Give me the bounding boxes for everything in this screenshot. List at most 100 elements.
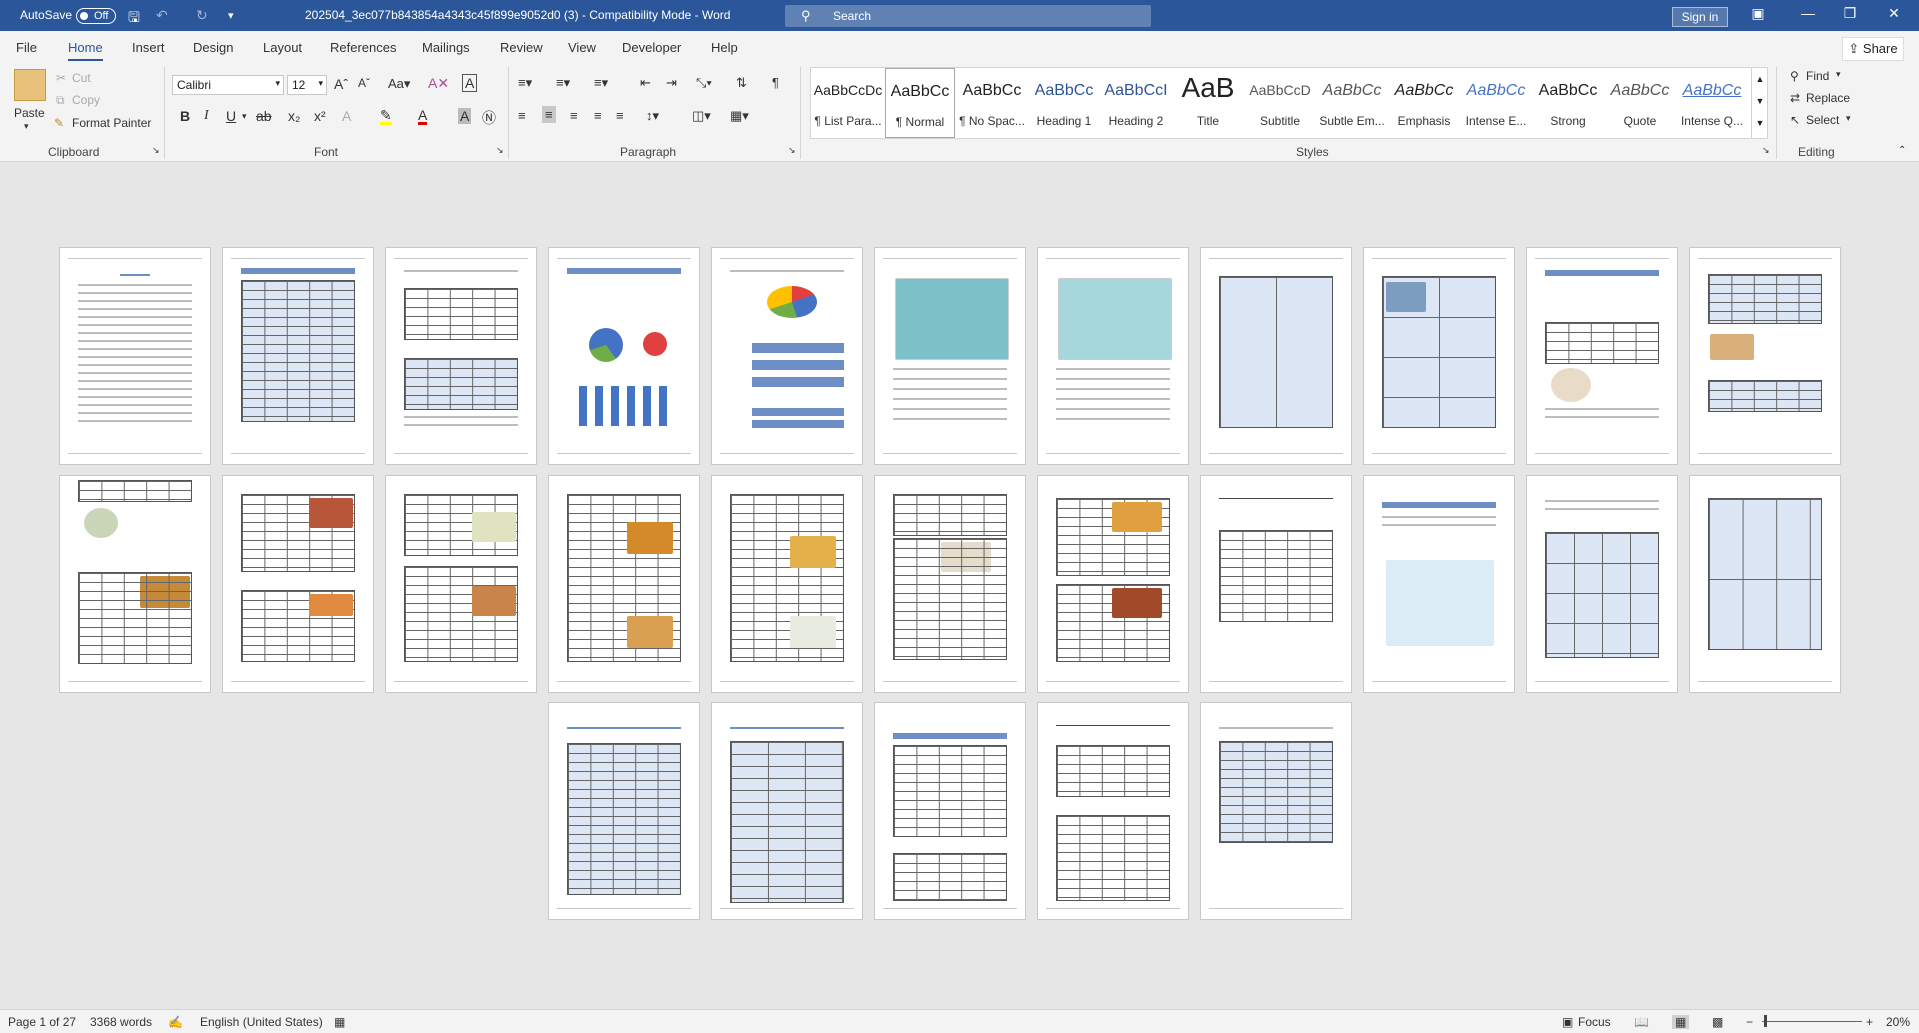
search-box[interactable]: ⚲ Search — [785, 5, 1151, 27]
style-list-paragraph[interactable]: AaBbCcDc ¶ List Para... — [813, 68, 883, 138]
text-effects-icon[interactable]: A — [342, 108, 351, 124]
font-color-icon[interactable]: A — [418, 108, 428, 125]
tab-design[interactable]: Design — [193, 40, 233, 55]
tab-insert[interactable]: Insert — [132, 40, 165, 55]
paste-icon[interactable] — [14, 69, 46, 101]
page-thumbnail[interactable] — [59, 475, 211, 693]
numbering-icon[interactable]: ≡▾ — [556, 75, 570, 91]
style-strong[interactable]: AaBbCc Strong — [1533, 68, 1603, 138]
select-icon[interactable]: ↖ — [1790, 113, 1800, 127]
page-thumbnail[interactable] — [222, 247, 374, 465]
zoom-slider[interactable] — [1762, 1021, 1862, 1022]
styles-scroll[interactable]: ▲ ▼ ▼ — [1751, 68, 1768, 138]
document-area[interactable] — [0, 162, 1919, 1009]
page-thumbnail[interactable] — [1037, 702, 1189, 920]
share-button[interactable]: ⇪ Share — [1842, 37, 1904, 61]
zoom-in-icon[interactable]: + — [1866, 1015, 1873, 1029]
close-icon[interactable]: ✕ — [1874, 5, 1914, 22]
page-thumbnail[interactable] — [874, 475, 1026, 693]
undo-icon[interactable]: ↶ — [156, 7, 168, 24]
restore-icon[interactable]: ❐ — [1830, 5, 1870, 22]
collapse-ribbon-icon[interactable]: ⌃ — [1898, 145, 1906, 156]
highlight-icon[interactable]: ✎ — [380, 108, 392, 125]
proofing-icon[interactable]: ✍ — [168, 1015, 183, 1029]
page-thumbnail[interactable] — [222, 475, 374, 693]
page-thumbnail[interactable] — [1200, 475, 1352, 693]
page-thumbnail[interactable] — [1200, 702, 1352, 920]
text-border-icon[interactable]: A — [462, 74, 478, 92]
decrease-indent-icon[interactable]: ⇤ — [640, 75, 651, 91]
sort-icon[interactable]: ⇅ — [736, 75, 747, 91]
focus-icon[interactable]: ▣ — [1562, 1015, 1573, 1029]
page-count[interactable]: Page 1 of 27 — [8, 1015, 76, 1029]
style-quote[interactable]: AaBbCc Quote — [1605, 68, 1675, 138]
tab-help[interactable]: Help — [711, 40, 738, 55]
paste-button[interactable]: Paste — [14, 106, 45, 120]
page-thumbnail[interactable] — [548, 702, 700, 920]
style-emphasis[interactable]: AaBbCc Emphasis — [1389, 68, 1459, 138]
page-thumbnail[interactable] — [548, 247, 700, 465]
style-intense-emphasis[interactable]: AaBbCc Intense E... — [1461, 68, 1531, 138]
style-heading-1[interactable]: AaBbCc Heading 1 — [1029, 68, 1099, 138]
bold-icon[interactable]: B — [180, 108, 190, 124]
style-heading-2[interactable]: AaBbCcI Heading 2 — [1101, 68, 1171, 138]
tab-references[interactable]: References — [330, 40, 396, 55]
find-icon[interactable]: ⚲ — [1790, 69, 1799, 83]
ribbon-display-options-icon[interactable]: ▣ — [1738, 5, 1778, 22]
word-count[interactable]: 3368 words — [90, 1015, 152, 1029]
tab-layout[interactable]: Layout — [263, 40, 302, 55]
page-thumbnail[interactable] — [1526, 475, 1678, 693]
paragraph-launcher-icon[interactable]: ↘ — [788, 145, 796, 156]
paste-dropdown-icon[interactable]: ▾ — [24, 121, 29, 132]
web-layout-icon[interactable]: ▩ — [1712, 1015, 1723, 1029]
page-thumbnail[interactable] — [1037, 247, 1189, 465]
save-icon[interactable]: 🖫 — [128, 7, 140, 31]
page-thumbnail[interactable] — [385, 247, 537, 465]
tab-mailings[interactable]: Mailings — [422, 40, 470, 55]
shrink-font-icon[interactable]: Aˇ — [358, 76, 370, 90]
tab-file[interactable]: File — [16, 40, 37, 55]
page-thumbnail[interactable] — [874, 247, 1026, 465]
style-no-spacing[interactable]: AaBbCc ¶ No Spac... — [957, 68, 1027, 138]
subscript-icon[interactable]: x₂ — [288, 108, 300, 124]
underline-dropdown-icon[interactable]: ▾ — [242, 111, 247, 122]
page-thumbnail[interactable] — [874, 702, 1026, 920]
tab-review[interactable]: Review — [500, 40, 543, 55]
accessibility-icon[interactable]: ▦ — [334, 1015, 345, 1029]
enclose-characters-icon[interactable]: Ⓝ — [482, 108, 496, 128]
clipboard-launcher-icon[interactable]: ↘ — [152, 145, 160, 156]
page-thumbnail[interactable] — [1037, 475, 1189, 693]
justify-icon[interactable]: ≡ — [594, 108, 602, 123]
style-intense-quote[interactable]: AaBbCc Intense Q... — [1677, 68, 1747, 138]
select-button[interactable]: Select — [1806, 113, 1839, 127]
focus-button[interactable]: Focus — [1578, 1015, 1611, 1029]
clear-formatting-icon[interactable]: A✕ — [428, 75, 449, 92]
find-button[interactable]: Find — [1806, 69, 1829, 83]
cut-icon[interactable]: ✂ — [56, 71, 66, 85]
autosave-toggle[interactable]: Off — [76, 8, 116, 24]
format-painter-icon[interactable]: ✎ — [54, 116, 64, 130]
show-formatting-icon[interactable]: ¶ — [772, 75, 779, 90]
language[interactable]: English (United States) — [200, 1015, 323, 1029]
styles-launcher-icon[interactable]: ↘ — [1762, 145, 1770, 156]
page-thumbnail[interactable] — [59, 247, 211, 465]
italic-icon[interactable]: I — [204, 108, 209, 124]
page-thumbnail[interactable] — [1526, 247, 1678, 465]
font-launcher-icon[interactable]: ↘ — [496, 145, 504, 156]
tab-home[interactable]: Home — [68, 40, 103, 62]
page-thumbnail[interactable] — [711, 247, 863, 465]
chevron-down-icon[interactable]: ▾ — [1846, 113, 1851, 124]
character-shading-icon[interactable]: A — [458, 108, 472, 124]
page-thumbnail[interactable] — [1363, 475, 1515, 693]
cut-button[interactable]: Cut — [72, 71, 91, 85]
distributed-icon[interactable]: ≡ — [616, 108, 624, 123]
page-thumbnail[interactable] — [385, 475, 537, 693]
shading-icon[interactable]: ◫▾ — [692, 108, 711, 124]
style-subtitle[interactable]: AaBbCcD Subtitle — [1245, 68, 1315, 138]
copy-button[interactable]: Copy — [72, 93, 100, 107]
multilevel-list-icon[interactable]: ≡▾ — [594, 75, 608, 91]
minimize-icon[interactable]: — — [1788, 5, 1828, 21]
align-left-icon[interactable]: ≡ — [518, 108, 526, 123]
superscript-icon[interactable]: x² — [314, 108, 326, 124]
print-layout-icon[interactable]: ▦ — [1672, 1015, 1690, 1029]
